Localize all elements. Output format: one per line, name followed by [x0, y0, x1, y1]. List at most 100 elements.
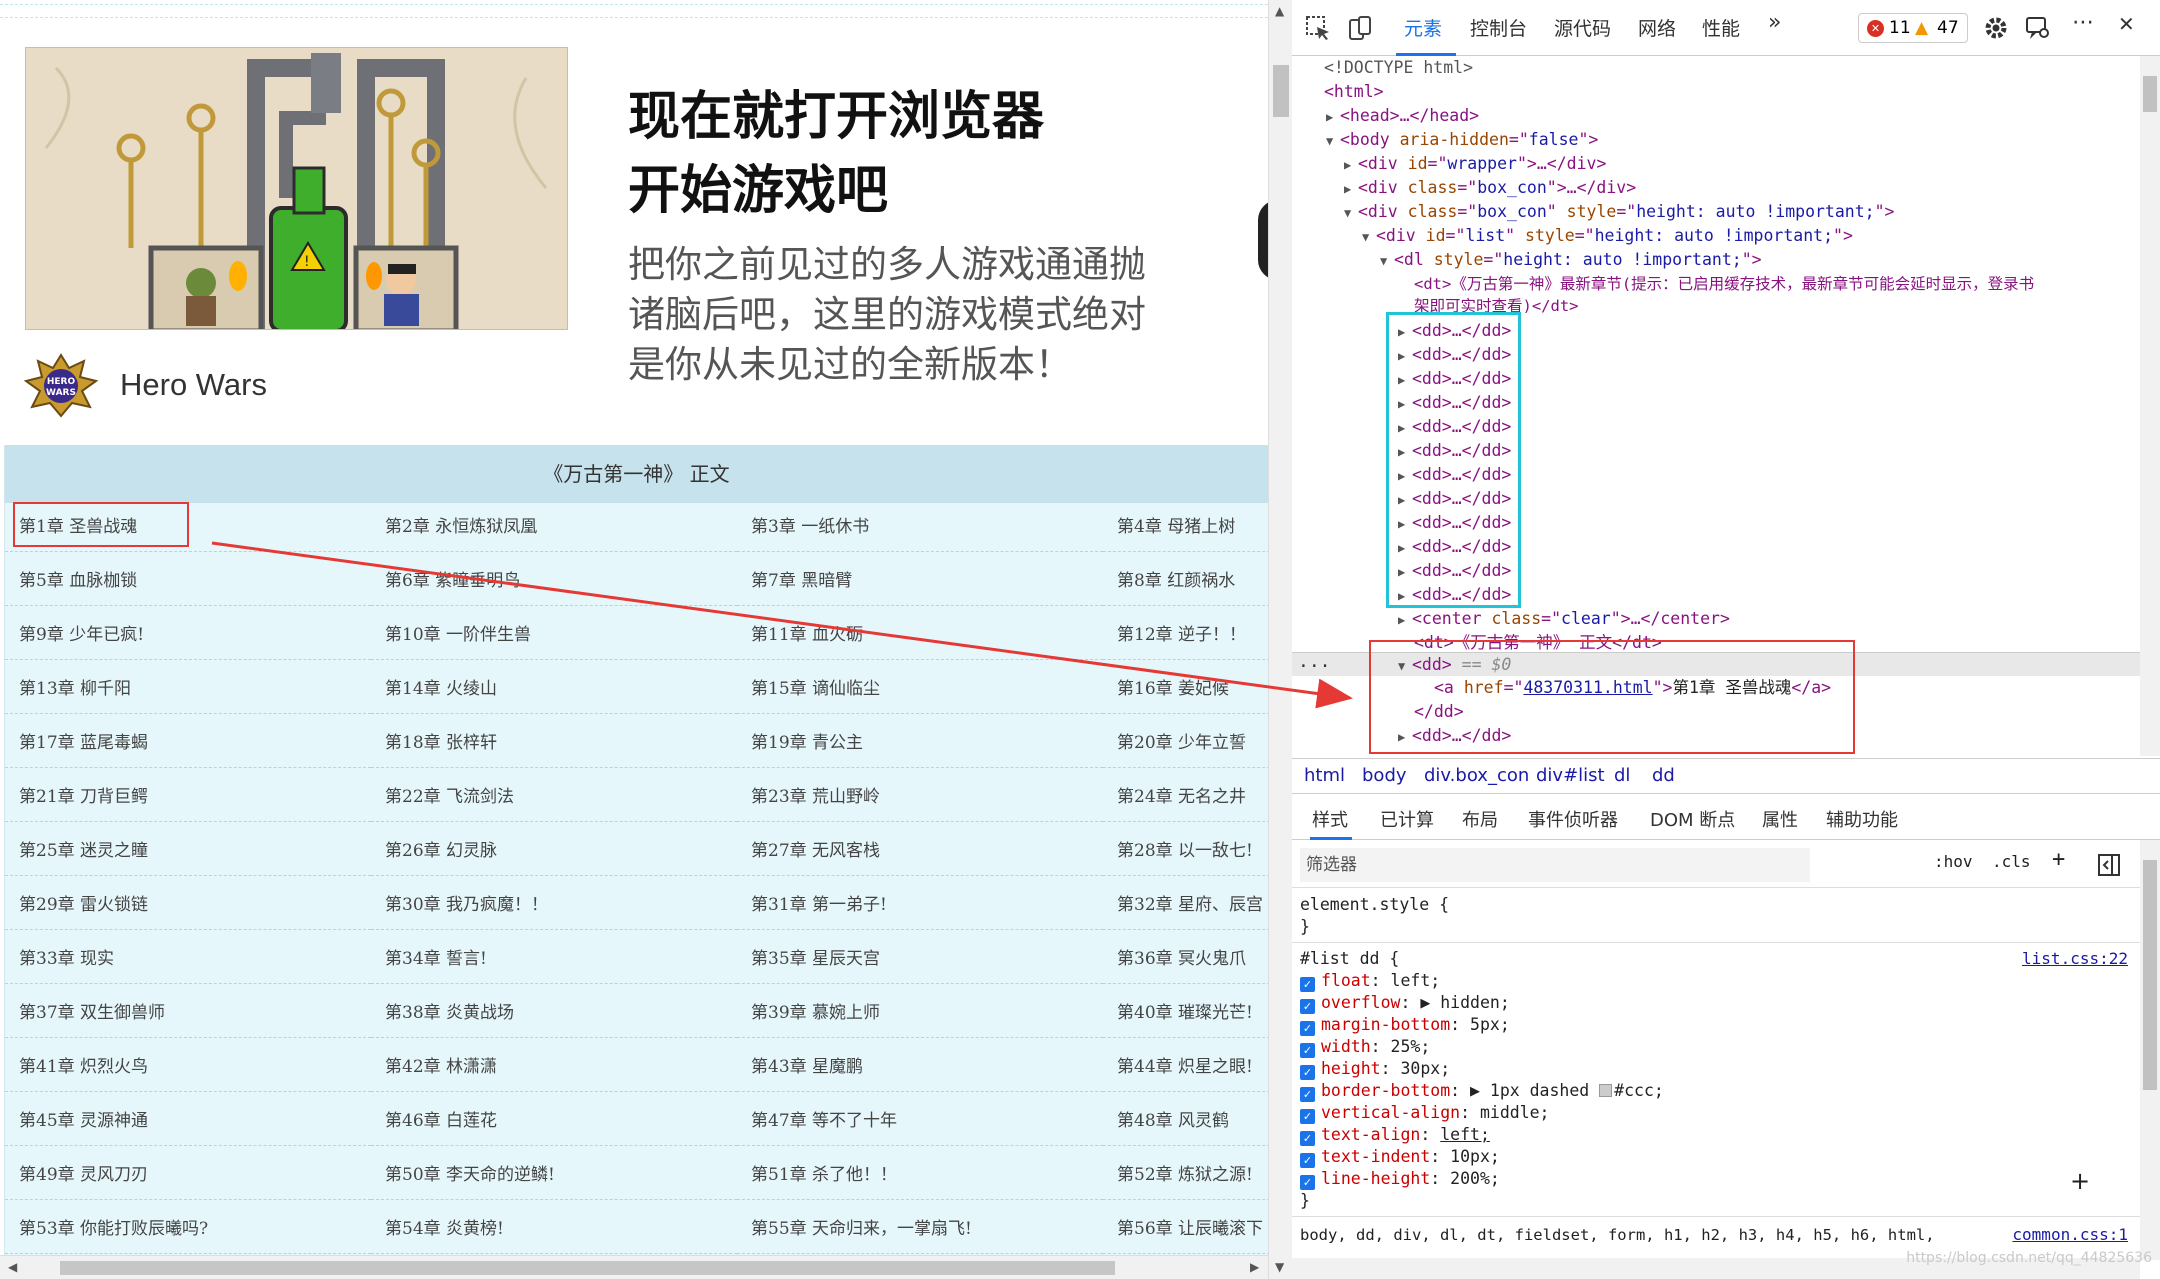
- issues-badge[interactable]: ✕ 11 ▲ 47: [1858, 13, 1968, 43]
- chapter-link[interactable]: 第36章 冥火鬼爪: [1103, 935, 1268, 984]
- device-toolbar-icon[interactable]: [1346, 14, 1374, 42]
- chapter-link[interactable]: 第52章 炼狱之源!: [1103, 1151, 1268, 1200]
- chapter-link[interactable]: 第55章 天命归来，一掌扇飞!: [737, 1205, 1103, 1254]
- chapter-link[interactable]: 第7章 黑暗臂: [737, 557, 1103, 606]
- chapter-link[interactable]: 第10章 一阶伴生兽: [371, 611, 737, 660]
- more-options-icon[interactable]: ⋯: [2072, 10, 2094, 35]
- reset-rule-selector[interactable]: body, dd, div, dl, dt, fieldset, form, h…: [1300, 1224, 1935, 1246]
- tab-accessibility[interactable]: 辅助功能: [1826, 806, 1898, 832]
- css-property[interactable]: ✓ overflow: ▶ hidden;: [1300, 992, 1510, 1014]
- tab-event-listeners[interactable]: 事件侦听器: [1528, 806, 1618, 832]
- chapter-link[interactable]: 第22章 飞流剑法: [371, 773, 737, 822]
- new-rule-icon[interactable]: +: [2052, 847, 2065, 872]
- scroll-down-arrow-icon[interactable]: ▼: [1275, 1260, 1284, 1274]
- property-checkbox-icon[interactable]: ✓: [1300, 977, 1315, 992]
- styles-filter-input[interactable]: [1300, 848, 1810, 882]
- chapter-link[interactable]: 第21章 刀背巨鳄: [5, 773, 371, 822]
- scrollbar-thumb[interactable]: [60, 1261, 1115, 1275]
- tab-sources[interactable]: 源代码: [1554, 14, 1611, 41]
- chapter-link[interactable]: 第34章 誓言!: [371, 935, 737, 984]
- chapter-link[interactable]: 第15章 谪仙临尘: [737, 665, 1103, 714]
- dom-node-html[interactable]: <html>: [1324, 80, 1384, 104]
- tab-elements[interactable]: 元素: [1404, 14, 1442, 41]
- chapter-link[interactable]: 第8章 红颜祸水: [1103, 557, 1268, 606]
- chapter-link[interactable]: 第26章 幻灵脉: [371, 827, 737, 876]
- chapter-link[interactable]: 第23章 荒山野岭: [737, 773, 1103, 822]
- chapter-link[interactable]: 第28章 以一敌七!: [1103, 827, 1268, 876]
- add-property-icon[interactable]: +: [2070, 1169, 2090, 1193]
- chapter-link[interactable]: 第4章 母猪上树: [1103, 503, 1268, 552]
- dom-node-list[interactable]: ▼ <div id="list" style="height: auto !imp…: [1362, 224, 1853, 249]
- chapter-link[interactable]: 第39章 慕婉上师: [737, 989, 1103, 1038]
- dom-scrollbar[interactable]: [2140, 56, 2160, 756]
- chapter-link[interactable]: 第29章 雷火锁链: [5, 881, 371, 930]
- chapter-link[interactable]: 第47章 等不了十年: [737, 1097, 1103, 1146]
- tab-performance[interactable]: 性能: [1702, 14, 1740, 41]
- list-dd-rule-selector[interactable]: #list dd {: [1300, 948, 1399, 970]
- css-property[interactable]: ✓ height: 30px;: [1300, 1058, 1450, 1080]
- more-tabs-icon[interactable]: »: [1768, 10, 1781, 35]
- chapter-link[interactable]: 第20章 少年立誓: [1103, 719, 1268, 768]
- dom-node-wrapper[interactable]: ▶ <div id="wrapper">…</div>: [1344, 152, 1606, 177]
- crumb-body[interactable]: body: [1362, 759, 1407, 793]
- chapter-link[interactable]: 第24章 无名之井: [1103, 773, 1268, 822]
- chapter-link[interactable]: 第5章 血脉枷锁: [5, 557, 371, 606]
- chapter-link[interactable]: 第35章 星辰天宫: [737, 935, 1103, 984]
- css-property[interactable]: ✓ width: 25%;: [1300, 1036, 1430, 1058]
- scrollbar-thumb[interactable]: [2143, 860, 2157, 1090]
- tab-console[interactable]: 控制台: [1470, 14, 1527, 41]
- reset-source-link[interactable]: common.css:1: [2012, 1224, 2128, 1246]
- chapter-link[interactable]: 第40章 璀璨光芒!: [1103, 989, 1268, 1038]
- property-checkbox-icon[interactable]: ✓: [1300, 1109, 1315, 1124]
- chapter-link[interactable]: 第32章 星府、辰宫: [1103, 881, 1268, 930]
- chapter-link[interactable]: 第3章 一纸休书: [737, 503, 1103, 552]
- chapter-link[interactable]: 第30章 我乃疯魔！！: [371, 881, 737, 930]
- tab-network[interactable]: 网络: [1638, 14, 1676, 41]
- ad-banner[interactable]: ! 现在就打开浏览器 开始游戏吧 把你之前见过的多人游戏通通抛 诸脑后吧，这里的…: [0, 20, 1268, 445]
- chapter-link[interactable]: 第31章 第一弟子!: [737, 881, 1103, 930]
- chapter-link[interactable]: 第54章 炎黄榜!: [371, 1205, 737, 1254]
- dom-node-body[interactable]: ▼ <body aria-hidden="false">: [1326, 128, 1598, 153]
- chapter-link[interactable]: 第48章 风灵鹤: [1103, 1097, 1268, 1146]
- dom-node-center[interactable]: ▶ <center class="clear">…</center>: [1398, 607, 1730, 632]
- scroll-up-arrow-icon[interactable]: ▲: [1275, 4, 1284, 18]
- chapter-link[interactable]: 第25章 迷灵之瞳: [5, 827, 371, 876]
- customize-feedback-icon[interactable]: [2024, 14, 2052, 42]
- chapter-link[interactable]: 第2章 永恒炼狱凤凰: [371, 503, 737, 552]
- page-horizontal-scrollbar[interactable]: ◀ ▶: [0, 1255, 1268, 1279]
- scrollbar-thumb[interactable]: [1273, 65, 1289, 117]
- chapter-link[interactable]: 第27章 无风客栈: [737, 827, 1103, 876]
- property-checkbox-icon[interactable]: ✓: [1300, 1043, 1315, 1058]
- css-property[interactable]: ✓ text-align: left;: [1300, 1124, 1490, 1146]
- css-property[interactable]: ✓ float: left;: [1300, 970, 1440, 992]
- chapter-link[interactable]: 第53章 你能打败辰曦吗?: [5, 1205, 371, 1254]
- dom-node-dl[interactable]: ▼ <dl style="height: auto !important;">: [1380, 248, 1762, 273]
- toggle-sidebar-icon[interactable]: [2098, 854, 2120, 876]
- chapter-link[interactable]: 第42章 林潇潇: [371, 1043, 737, 1092]
- css-property[interactable]: ✓ vertical-align: middle;: [1300, 1102, 1550, 1124]
- ad-side-button[interactable]: [1258, 200, 1268, 280]
- chapter-link[interactable]: 第9章 少年已疯!: [5, 611, 371, 660]
- crumb-html[interactable]: html: [1304, 759, 1345, 793]
- settings-gear-icon[interactable]: [1982, 14, 2010, 42]
- tab-dom-breakpoints[interactable]: DOM 断点: [1650, 806, 1735, 832]
- chapter-link[interactable]: 第18章 张梓轩: [371, 719, 737, 768]
- element-style-rule[interactable]: element.style {: [1300, 894, 1449, 916]
- chapter-link[interactable]: 第51章 杀了他！！: [737, 1151, 1103, 1200]
- hov-toggle[interactable]: :hov: [1934, 852, 1973, 871]
- crumb-div-list[interactable]: div#list: [1536, 759, 1605, 793]
- css-property[interactable]: ✓ text-indent: 10px;: [1300, 1146, 1500, 1168]
- scroll-right-arrow-icon[interactable]: ▶: [1250, 1260, 1259, 1274]
- close-devtools-icon[interactable]: ✕: [2118, 12, 2135, 36]
- crumb-div-box-con[interactable]: div.box_con: [1424, 759, 1529, 793]
- property-checkbox-icon[interactable]: ✓: [1300, 999, 1315, 1014]
- ellipsis-icon[interactable]: ...: [1298, 651, 1331, 672]
- crumb-dl[interactable]: dl: [1614, 759, 1630, 793]
- rule-source-link[interactable]: list.css:22: [2022, 948, 2128, 970]
- chapter-link[interactable]: 第41章 炽烈火鸟: [5, 1043, 371, 1092]
- styles-scrollbar[interactable]: [2140, 840, 2160, 1260]
- chapter-link[interactable]: 第49章 灵风刀刃: [5, 1151, 371, 1200]
- inspect-element-icon[interactable]: [1304, 14, 1332, 42]
- property-checkbox-icon[interactable]: ✓: [1300, 1065, 1315, 1080]
- scroll-left-arrow-icon[interactable]: ◀: [8, 1260, 17, 1274]
